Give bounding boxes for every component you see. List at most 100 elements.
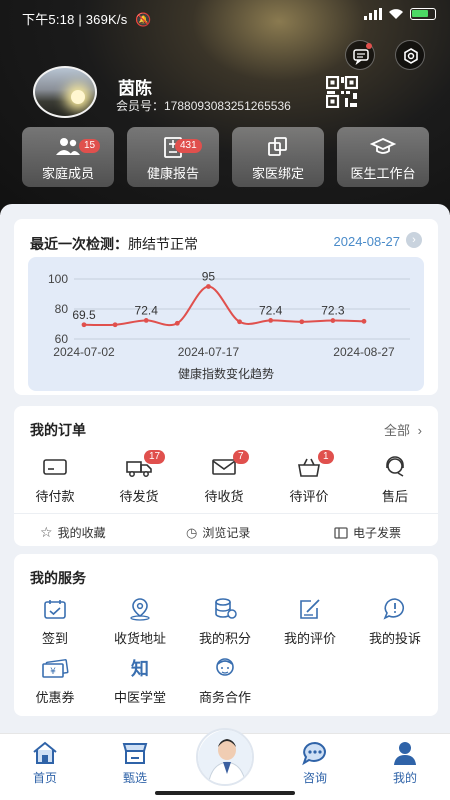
service-business[interactable]: 商务合作 [190, 655, 260, 706]
user-icon [394, 742, 416, 765]
status-bar: 下午5:18 | 369K/s 🔕 [0, 0, 450, 32]
bottom-tab-bar: 首页 甄选 咨询 我的 [0, 728, 450, 800]
tab-selection-label: 甄选 [122, 771, 147, 785]
user-avatar[interactable] [33, 66, 97, 118]
e-invoice-link[interactable]: 电子发票 [334, 524, 401, 541]
y-tick-label: 80 [55, 302, 69, 316]
y-axis-ticks: 60 80 100 [48, 272, 68, 346]
data-point [299, 319, 305, 325]
tab-selection[interactable]: 甄选 [105, 740, 165, 786]
service-tcm-school[interactable]: 知 中医学堂 [105, 655, 175, 706]
invoice-icon [334, 526, 348, 539]
service-complaints-label: 我的投诉 [368, 631, 421, 646]
doctor-workbench-button[interactable]: 医生工作台 [337, 127, 429, 187]
order-pending-payment-label: 待付款 [35, 489, 75, 504]
recent-checkup-result: 肺结节正常 [128, 236, 198, 252]
pending-receipt-badge: 7 [233, 450, 249, 464]
doctor-workbench-label: 医生工作台 [350, 166, 416, 181]
health-report-badge: 431 [175, 139, 202, 153]
hexagon-settings-icon [404, 48, 418, 64]
chart-caption: 健康指数变化趋势 [178, 366, 274, 381]
data-point [330, 318, 336, 323]
data-point [361, 318, 367, 324]
my-favorites-link[interactable]: ☆ 我的收藏 [40, 524, 106, 541]
service-points-label: 我的积分 [198, 631, 251, 646]
data-point [206, 284, 211, 289]
chevron-right-icon[interactable]: › [406, 232, 422, 248]
service-points[interactable]: 我的积分 [190, 596, 260, 647]
data-point [112, 322, 118, 328]
family-members-button[interactable]: 15 家庭成员 [22, 127, 114, 187]
service-business-label: 商务合作 [198, 690, 251, 705]
coupon-icon: ¥ [42, 659, 69, 678]
browse-history-link[interactable]: ◷ 浏览记录 [186, 524, 250, 541]
user-name: 茵陈 [118, 79, 152, 98]
y-tick-label: 60 [55, 332, 69, 346]
family-doctor-binding-button[interactable]: 家医绑定 [232, 127, 324, 187]
pending-shipment-badge: 17 [144, 450, 166, 464]
message-button[interactable] [345, 40, 375, 70]
service-coupons-label: 优惠券 [35, 690, 75, 705]
data-point [174, 320, 180, 326]
tab-home[interactable]: 首页 [15, 740, 75, 786]
chevron-right-icon: › [417, 423, 422, 438]
home-icon [33, 741, 57, 764]
y-tick-label: 100 [48, 272, 68, 286]
order-pending-receipt[interactable]: 7 待收货 [189, 450, 259, 505]
x-tick-label: 2024-07-02 [53, 345, 115, 359]
order-after-sales[interactable]: 售后 [360, 454, 430, 505]
order-pending-review-label: 待评价 [289, 489, 329, 504]
orders-all-link[interactable]: 全部 › [384, 420, 422, 439]
signal-icon [364, 8, 382, 20]
family-members-badge: 15 [79, 139, 101, 153]
coins-icon [215, 598, 237, 619]
edit-icon [300, 599, 320, 619]
service-address[interactable]: 收货地址 [105, 596, 175, 647]
doctor-avatar[interactable] [196, 728, 254, 786]
unread-dot [366, 43, 372, 49]
service-check-in[interactable]: 签到 [20, 596, 90, 647]
settings-button[interactable] [395, 40, 425, 70]
order-pending-payment[interactable]: 待付款 [20, 454, 90, 505]
card-icon [43, 459, 67, 475]
service-tcm-school-label: 中医学堂 [113, 690, 166, 705]
service-coupons[interactable]: ¥ 优惠券 [20, 655, 90, 706]
star-icon: ☆ [40, 524, 53, 540]
recent-checkup-card[interactable]: 最近一次检测：肺结节正常 2024-08-27 › 60 80 100 69.5 72… [14, 219, 438, 395]
support-icon [386, 456, 404, 477]
recent-checkup-date: 2024-08-27 [333, 234, 401, 249]
location-icon [130, 598, 150, 621]
clock-icon: ◷ [186, 524, 198, 540]
zhi-icon: 知 [131, 659, 149, 679]
tab-home-label: 首页 [32, 771, 57, 785]
health-report-button[interactable]: 431 健康报告 [127, 127, 219, 187]
qr-code-icon[interactable] [326, 76, 358, 108]
service-complaints[interactable]: 我的投诉 [360, 596, 430, 647]
data-point [237, 319, 242, 325]
store-icon [122, 743, 148, 764]
order-pending-shipment-label: 待发货 [119, 489, 159, 504]
tab-consult[interactable]: 咨询 [285, 740, 345, 786]
family-members-label: 家庭成员 [41, 166, 94, 181]
data-point [81, 322, 87, 328]
recent-checkup-title: 最近一次检测： [30, 236, 128, 252]
my-services-card: 我的服务 签到 收货地址 我的积分 我的评价 我的投诉 ¥ 优惠券 知 中医学堂… [14, 554, 438, 716]
mute-icon: 🔕 [135, 12, 152, 27]
status-network-speed: 369K/s [85, 12, 128, 27]
calendar-check-icon [44, 600, 66, 619]
svg-text:¥: ¥ [50, 667, 56, 677]
family-icon [56, 138, 80, 155]
service-reviews[interactable]: 我的评价 [275, 596, 345, 647]
my-orders-title: 我的订单 [30, 422, 86, 438]
tab-mine[interactable]: 我的 [375, 740, 435, 786]
order-pending-review[interactable]: 1 待评价 [274, 450, 344, 505]
order-pending-shipment[interactable]: 17 待发货 [104, 450, 174, 505]
handshake-icon [216, 658, 234, 676]
data-label: 72.4 [259, 303, 283, 317]
service-address-label: 收货地址 [113, 631, 166, 646]
link-icon [268, 137, 287, 156]
data-label: 72.3 [321, 304, 345, 318]
my-orders-card: 我的订单 全部 › 待付款 17 待发货 7 待收货 1 待评价 售后 ☆ 我的… [14, 406, 438, 546]
health-trend-chart: 60 80 100 69.5 72.4 95 72.4 72.3 2024-07-02 202… [28, 257, 424, 391]
alert-bubble-icon [383, 598, 405, 620]
